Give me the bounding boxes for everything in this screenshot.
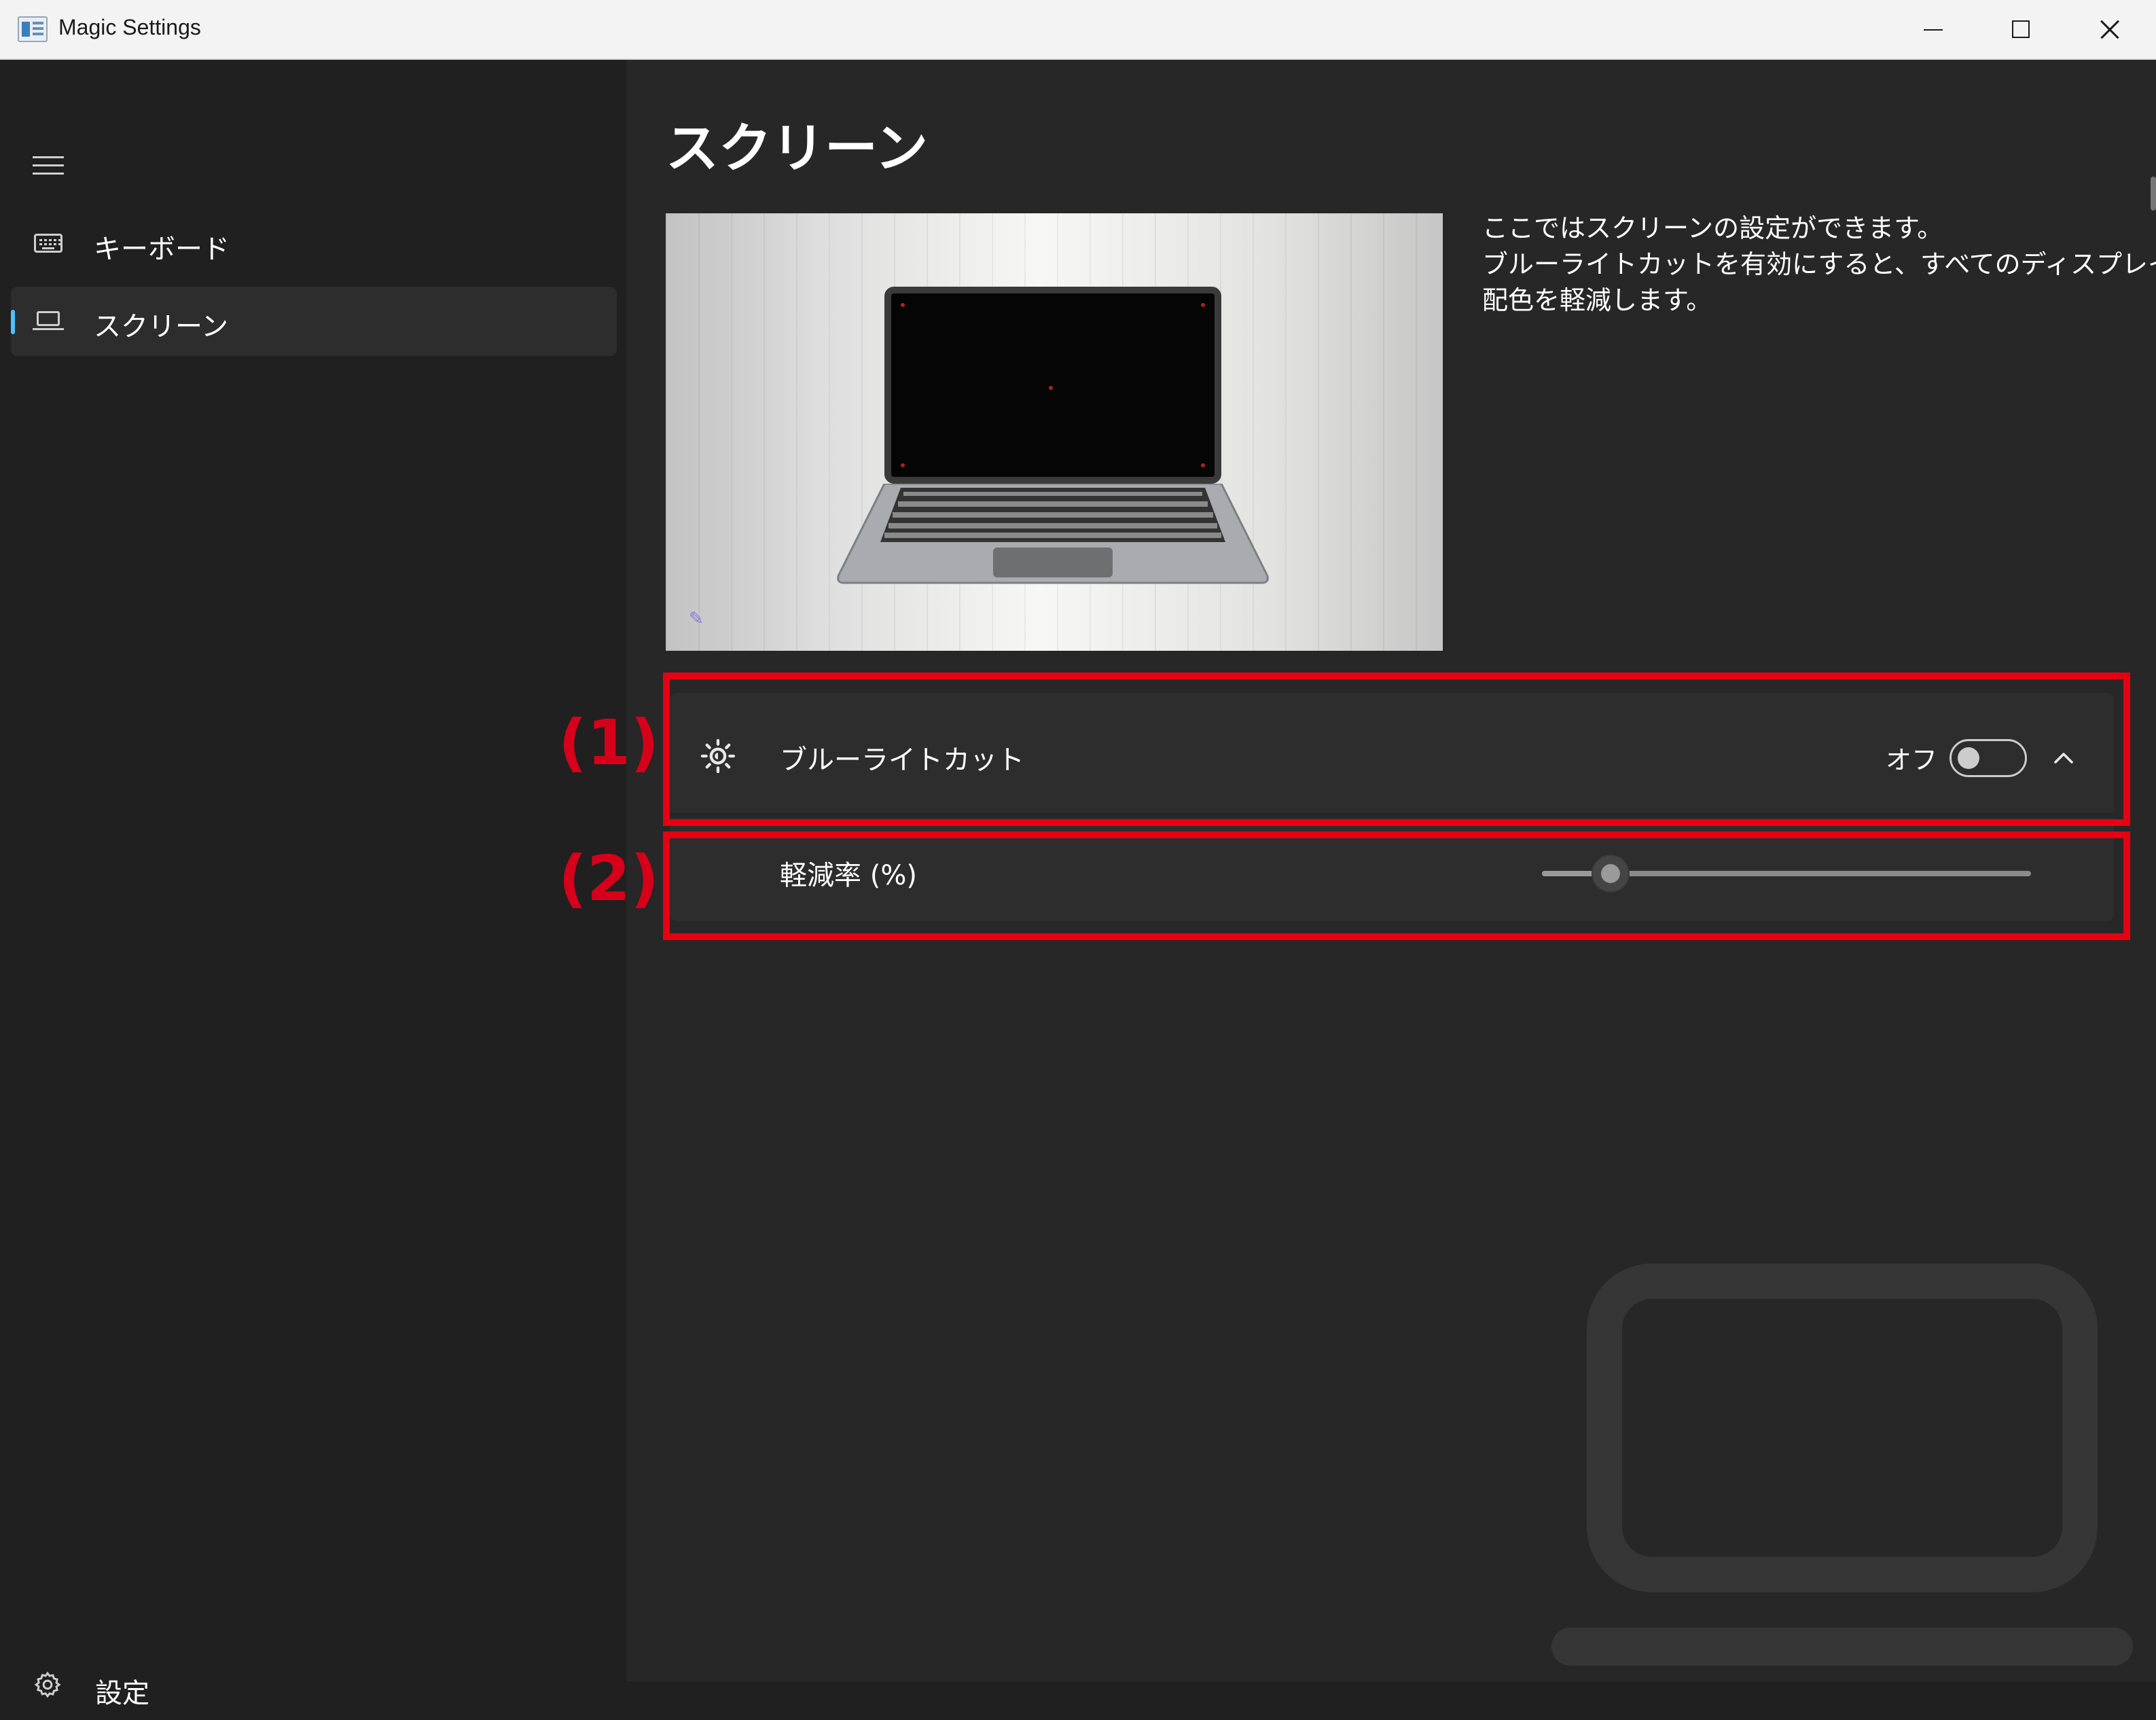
laptop-icon: [33, 308, 64, 333]
annotation-label-2: (2): [558, 842, 660, 915]
image-badge-icon: ✎: [689, 609, 704, 629]
sidebar: キーボード スクリーン 設定: [0, 60, 626, 1709]
page-title: スクリーン: [666, 118, 929, 179]
annotation-box-1: [663, 673, 2130, 826]
sidebar-item-keyboard[interactable]: キーボード: [11, 209, 617, 279]
hamburger-menu-icon[interactable]: [33, 154, 64, 177]
sidebar-item-screen[interactable]: スクリーン: [11, 287, 617, 356]
minimize-button[interactable]: [1888, 0, 1977, 60]
app-icon: [18, 16, 48, 42]
laptop-watermark-icon: [1587, 1264, 2098, 1592]
description-line: ブルーライトカットを有効にすると、すべてのディスプレイの青色: [1482, 249, 2156, 279]
laptop-watermark-base: [1551, 1628, 2133, 1666]
close-button[interactable]: [2065, 0, 2153, 60]
keyboard-icon: [33, 231, 64, 255]
title-bar: Magic Settings: [0, 0, 2156, 60]
laptop-keyboard-deck: [837, 484, 1269, 584]
page-description: ここではスクリーンの設定ができます。 ブルーライトカットを有効にすると、すべての…: [1482, 211, 2156, 319]
gear-icon: [34, 1671, 61, 1698]
sidebar-item-label: キーボード: [94, 234, 230, 265]
annotation-label-1: (1): [558, 706, 660, 779]
settings-label: 設定: [95, 1678, 149, 1709]
laptop-hero-image: ✎: [666, 213, 1443, 651]
description-line: 配色を軽減します。: [1482, 285, 1712, 315]
sidebar-item-label: スクリーン: [94, 311, 228, 342]
sidebar-item-settings[interactable]: 設定: [11, 1652, 617, 1720]
description-line: ここではスクリーンの設定ができます。: [1482, 213, 1943, 243]
scrollbar-thumb[interactable]: [2151, 177, 2156, 211]
laptop-screen: [884, 287, 1221, 484]
maximize-button[interactable]: [1977, 0, 2065, 60]
annotation-box-2: [663, 831, 2130, 940]
window-title: Magic Settings: [58, 15, 201, 39]
